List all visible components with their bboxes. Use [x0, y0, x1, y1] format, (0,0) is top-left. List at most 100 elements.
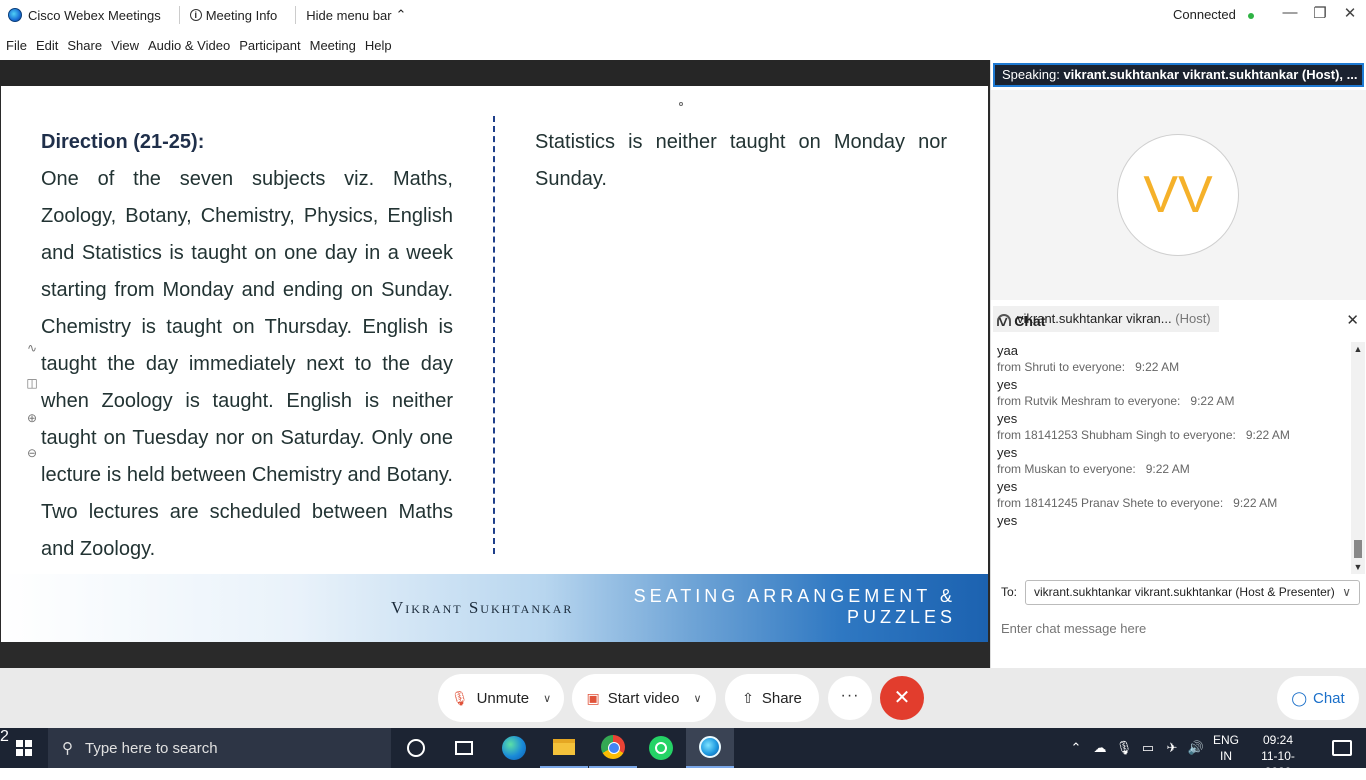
- chat-message-time: 9:22 AM: [1145, 462, 1190, 476]
- meeting-info-button[interactable]: i Meeting Info: [189, 8, 277, 23]
- input-language[interactable]: ENG IN: [1212, 732, 1240, 764]
- zoom-in-icon[interactable]: ⊕: [21, 401, 43, 436]
- chrome-icon: [601, 735, 625, 759]
- hide-menu-bar-button[interactable]: Hide menu bar ⌃: [306, 7, 406, 23]
- more-options-button[interactable]: ···: [828, 676, 872, 720]
- menu-help[interactable]: Help: [365, 38, 392, 53]
- menu-edit[interactable]: Edit: [36, 38, 58, 53]
- restore-button[interactable]: ❐: [1305, 4, 1335, 22]
- chevron-down-icon[interactable]: ∨: [996, 306, 1009, 336]
- task-view-button[interactable]: [440, 728, 488, 768]
- cortana-icon: [407, 739, 425, 757]
- start-button[interactable]: [0, 728, 48, 768]
- airplane-mode-icon[interactable]: ✈: [1160, 740, 1184, 756]
- share-button[interactable]: ⇧ Share: [725, 674, 819, 722]
- chat-scrollbar[interactable]: ▲ ▼: [1351, 342, 1365, 574]
- mouse-pointer-icon: [679, 102, 683, 106]
- eraser-icon[interactable]: ◫: [21, 366, 43, 401]
- title-bar: Cisco Webex Meetings i Meeting Info Hide…: [0, 0, 1366, 30]
- end-meeting-button[interactable]: ✕: [880, 676, 924, 720]
- chat-message-meta: from Shruti to everyone: 9:22 AM: [997, 359, 1351, 376]
- microphone-icon[interactable]: 🎙: [1112, 740, 1136, 756]
- participant-video[interactable]: VV vikrant.sukhtankar vikran... (Host): [991, 90, 1366, 332]
- menu-audio-video[interactable]: Audio & Video: [148, 38, 230, 53]
- menu-participant[interactable]: Participant: [239, 38, 300, 53]
- taskbar-clock[interactable]: 09:24 11-10-2020: [1248, 732, 1308, 780]
- menu-share[interactable]: Share: [67, 38, 102, 53]
- avatar: VV: [1117, 134, 1239, 256]
- action-center-button[interactable]: [1318, 728, 1366, 768]
- webex-taskbar-button[interactable]: [686, 728, 734, 768]
- scroll-down-icon[interactable]: ▼: [1351, 560, 1365, 574]
- chevron-down-icon: ∨: [1342, 585, 1351, 599]
- slide-heading: Direction (21-25):: [41, 131, 205, 153]
- whatsapp-icon: [649, 736, 673, 760]
- taskbar-search-placeholder: Type here to search: [85, 739, 218, 757]
- connection-status-label: Connected: [1173, 7, 1236, 22]
- cortana-button[interactable]: [392, 728, 440, 768]
- chat-message-meta: from 18141253 Shubham Singh to everyone:…: [997, 427, 1351, 444]
- system-tray: ⌃ ☁ 🎙 ▭ ✈ 🔊: [1064, 728, 1208, 768]
- chat-message-list[interactable]: yaa from Shruti to everyone: 9:22 AM yes …: [991, 342, 1351, 572]
- onedrive-icon[interactable]: ☁: [1088, 740, 1112, 756]
- whatsapp-taskbar-button[interactable]: [637, 728, 685, 768]
- connection-status: Connected: [1173, 7, 1254, 22]
- pen-icon[interactable]: ∿: [21, 331, 43, 366]
- chat-recipient-select[interactable]: vikrant.sukhtankar vikrant.sukhtankar (H…: [1025, 580, 1360, 605]
- zoom-out-icon[interactable]: ⊖: [21, 436, 43, 471]
- notification-icon: [1332, 740, 1352, 756]
- edge-icon: [502, 736, 526, 760]
- language-line1: ENG: [1212, 733, 1239, 747]
- chat-message-text: yaa: [997, 343, 1018, 358]
- file-explorer-taskbar-button[interactable]: [540, 728, 588, 768]
- windows-taskbar: ⚲ Type here to search ⌃ ☁ 🎙 ▭ ✈ 🔊 ENG IN…: [0, 728, 1366, 779]
- chat-message-meta: from Muskan to everyone: 9:22 AM: [997, 461, 1351, 478]
- chevron-down-icon[interactable]: ∨: [693, 692, 701, 705]
- annotation-toolbar: ∿ ◫ ⊕ ⊖: [21, 331, 43, 471]
- start-video-button[interactable]: ▣ Start video ∨: [572, 674, 716, 722]
- start-video-label: Start video: [607, 689, 680, 707]
- unmute-label: Unmute: [476, 689, 530, 707]
- slide-column-divider: [493, 116, 495, 554]
- menu-bar: File Edit Share View Audio & Video Parti…: [0, 30, 1366, 60]
- taskbar-search[interactable]: ⚲ Type here to search: [48, 728, 391, 768]
- battery-icon[interactable]: ▭: [1136, 740, 1160, 756]
- slide-course-line2: PUZZLES: [846, 607, 956, 627]
- chat-message-text: yes: [997, 479, 1018, 494]
- chat-message-sender: from Rutvik Meshram to everyone:: [997, 394, 1181, 408]
- slide-course-line1: SEATING ARRANGEMENT &: [633, 586, 956, 606]
- chat-message-time: 9:22 AM: [1245, 428, 1290, 442]
- chat-message-text: yes: [997, 445, 1018, 460]
- share-icon: ⇧: [742, 689, 754, 706]
- slide-left-paragraph: One of the seven subjects viz. Maths, Zo…: [41, 168, 453, 560]
- show-hidden-icons-icon[interactable]: ⌃: [1064, 740, 1088, 756]
- chat-recipient-row: To: vikrant.sukhtankar vikrant.sukhtanka…: [991, 577, 1366, 607]
- chat-title: Chat: [1014, 313, 1046, 329]
- chat-message-sender: from Shruti to everyone:: [997, 360, 1126, 374]
- meeting-control-bar: 🎙 Unmute ∨ ▣ Start video ∨ ⇧ Share ··· ✕…: [0, 668, 1366, 728]
- chat-message-input[interactable]: [1001, 615, 1357, 641]
- slide-right-paragraph: Statistics is neither taught on Monday n…: [535, 131, 947, 190]
- scrollbar-thumb[interactable]: [1354, 540, 1362, 558]
- chrome-taskbar-button[interactable]: [589, 728, 637, 768]
- shared-content-stage: Direction (21-25): One of the seven subj…: [0, 60, 990, 668]
- task-view-icon: [455, 741, 473, 755]
- slide-footer-banner: Vikrant Sukhtankar SEATING ARRANGEMENT &…: [1, 574, 988, 642]
- menu-file[interactable]: File: [6, 38, 27, 53]
- webex-icon: [699, 736, 721, 758]
- minimize-button[interactable]: —: [1275, 4, 1305, 21]
- windows-logo-icon: [16, 740, 32, 756]
- microphone-muted-icon: 🎙: [450, 689, 469, 706]
- scroll-up-icon[interactable]: ▲: [1351, 342, 1365, 356]
- menu-meeting[interactable]: Meeting: [310, 38, 356, 53]
- unmute-button[interactable]: 🎙 Unmute ∨: [438, 674, 564, 722]
- close-window-button[interactable]: ✕: [1335, 4, 1365, 22]
- title-separator: [178, 6, 180, 24]
- stage-bottom-bar: [0, 642, 990, 668]
- edge-taskbar-button[interactable]: [490, 728, 538, 768]
- close-chat-button[interactable]: ✕: [1346, 306, 1359, 336]
- menu-view[interactable]: View: [111, 38, 139, 53]
- volume-icon[interactable]: 🔊: [1184, 740, 1208, 756]
- chevron-down-icon[interactable]: ∨: [543, 692, 551, 705]
- chat-panel-button[interactable]: ◯ Chat: [1277, 676, 1359, 720]
